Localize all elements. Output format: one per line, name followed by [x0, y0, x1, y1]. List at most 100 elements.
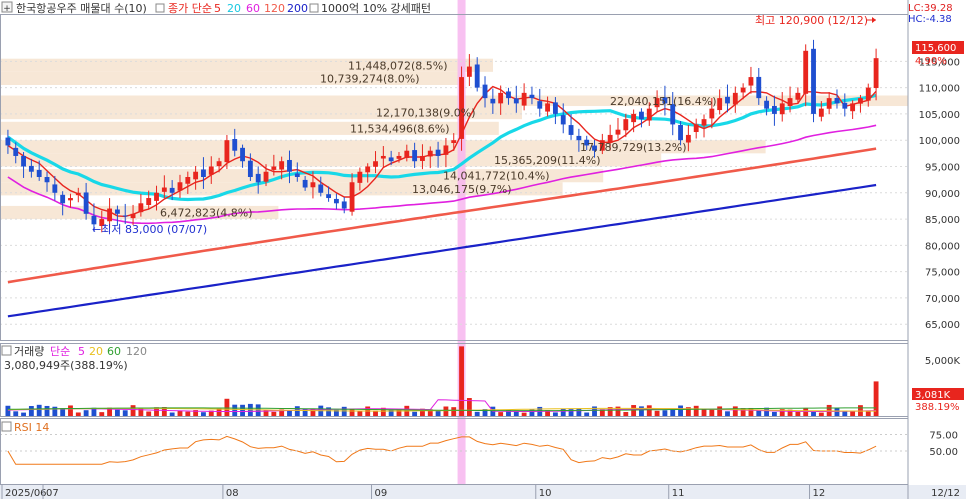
volume-bar — [592, 406, 597, 416]
candle-body — [279, 161, 285, 170]
volume-bar — [36, 404, 42, 416]
candle-body — [341, 201, 347, 209]
volume-bar — [44, 405, 50, 416]
candle-body — [185, 177, 191, 184]
candle-body — [420, 155, 425, 161]
ma-5: 5 — [214, 2, 221, 15]
ma-200: 200 — [287, 2, 308, 15]
candle-body — [865, 87, 871, 101]
candle-body — [122, 215, 128, 217]
volume-value: 3,080,949주(388.19%) — [4, 359, 128, 372]
candle-body — [545, 103, 551, 112]
candle-body — [83, 192, 89, 214]
volume-bar — [560, 408, 566, 416]
pattern-label: 1000억 10% 강세패턴 — [321, 2, 431, 15]
volume-bar — [521, 412, 527, 416]
volume-profile-label: 11,534,496(8.6%) — [350, 122, 450, 135]
price-tick-label: 95,000 — [925, 162, 960, 173]
candle-body — [482, 84, 488, 99]
candle-body — [388, 157, 394, 162]
candle-body — [639, 111, 644, 120]
volume-bar — [818, 412, 824, 416]
volume-bar — [709, 409, 715, 416]
candle-body — [208, 166, 214, 175]
candle-body — [646, 108, 652, 121]
svg-text:+: + — [3, 4, 11, 14]
price-tick-label: 80,000 — [925, 241, 960, 252]
candle-body — [193, 171, 199, 180]
candle-body — [68, 198, 73, 201]
volume-bar — [474, 411, 480, 416]
volume-bar — [138, 407, 144, 416]
candle-body — [271, 166, 277, 170]
ma-120: 120 — [264, 2, 285, 15]
candle-body — [779, 103, 785, 115]
volume-bar — [435, 410, 441, 416]
price-tick-label: 100,000 — [919, 136, 960, 147]
volume-bar — [99, 412, 105, 416]
current-change: 4.90% — [915, 56, 947, 67]
volume-profile-label: 17,789,729(13.2%) — [580, 141, 687, 154]
volume-bar — [169, 412, 175, 416]
price-tick-label: 110,000 — [919, 84, 960, 95]
volume-profile-label: 10,739,274(8.0%) — [320, 72, 420, 85]
volume-bar — [584, 412, 590, 416]
candle-body — [811, 48, 816, 114]
hc-indicator: HC:-4.38 — [908, 14, 952, 25]
candle-body — [232, 139, 238, 151]
rsi-label: RSI 14 — [14, 421, 49, 434]
volume-badge-value: 3,081K — [915, 390, 951, 401]
candle-body — [255, 173, 261, 183]
volume-bar — [771, 411, 777, 416]
volume-bar — [177, 410, 183, 416]
candle-body — [349, 182, 355, 212]
candle-body — [529, 94, 535, 99]
candle-body — [795, 92, 801, 100]
chart-legend: + 한국항공우주 매물대 수(10) 종가 단순 5 20 60 120 200… — [1, 1, 431, 15]
candle-body — [537, 101, 543, 109]
candle-body — [380, 155, 386, 159]
candle-body — [154, 192, 159, 201]
volume-bar — [349, 408, 355, 416]
candle-body — [216, 161, 222, 167]
volume-bar — [803, 408, 809, 416]
volume-bar — [552, 412, 558, 416]
candle-body — [365, 166, 371, 173]
candle-body — [443, 145, 449, 155]
volume-bar — [146, 411, 152, 416]
volume-bar — [725, 411, 730, 416]
candle-body — [404, 150, 410, 158]
candle-body — [114, 209, 120, 214]
stock-chart[interactable]: 65,000 70,000 75,000 80,000 85,000 90,000 95,0… — [0, 0, 966, 499]
price-tick-label: 65,000 — [925, 320, 960, 331]
volume-bar — [122, 410, 128, 416]
candle-body — [748, 77, 754, 86]
ma-20: 20 — [227, 2, 241, 15]
volume-bar — [21, 412, 26, 416]
candle-body — [615, 129, 621, 135]
candle-body — [373, 161, 378, 167]
volume-bar — [748, 407, 754, 416]
current-price: 115,600 — [915, 43, 956, 54]
x-end-label: 12/12 — [931, 488, 960, 499]
candle-body — [490, 98, 496, 104]
volume-ma-5: 5 — [78, 345, 85, 358]
candle-body — [709, 108, 715, 119]
volume-bar — [412, 411, 418, 416]
volume-bar — [216, 408, 222, 416]
volume-bar — [576, 408, 582, 416]
x-tick-label: 09 — [375, 488, 388, 499]
volume-bar — [795, 411, 801, 416]
candle-body — [842, 102, 848, 109]
candle-body — [693, 124, 699, 133]
candle-body — [552, 102, 558, 114]
volume-ma-label: 단순 — [50, 345, 70, 358]
candle-body — [740, 87, 746, 93]
volume-bar — [670, 409, 676, 416]
volume-bar — [287, 410, 292, 416]
candle-body — [521, 92, 527, 106]
candle-body — [717, 98, 723, 111]
candle-body — [310, 182, 316, 188]
candle-body — [326, 194, 332, 199]
volume-bar — [443, 406, 449, 416]
